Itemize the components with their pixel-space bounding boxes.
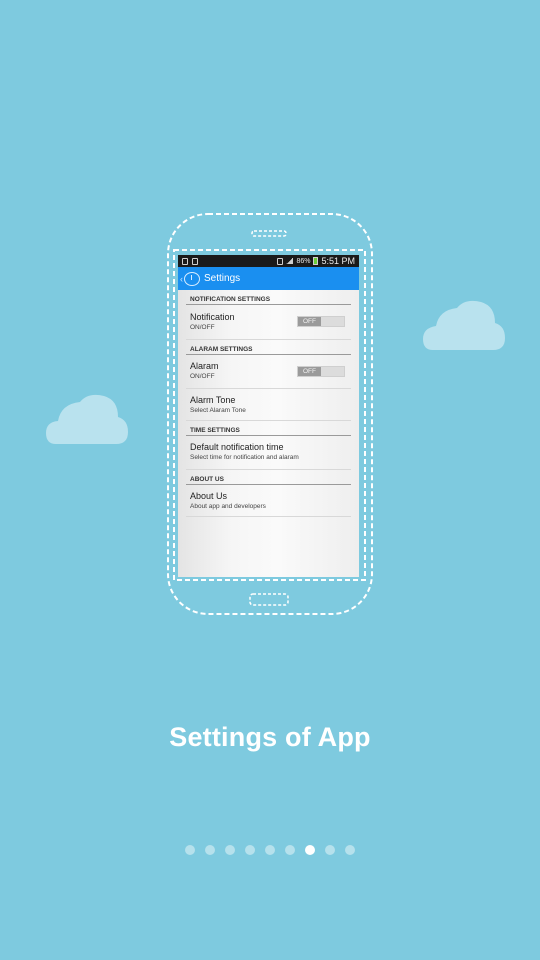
setting-notification[interactable]: Notification ON/OFF OFF (186, 305, 351, 340)
setting-alarm[interactable]: Alaram ON/OFF OFF (186, 355, 351, 389)
setting-title: About Us (190, 491, 228, 501)
toggle-knob: OFF (298, 367, 321, 376)
settings-list: NOTIFICATION SETTINGS Notification ON/OF… (178, 291, 359, 517)
sd-card-icon (192, 257, 198, 265)
signal-icon (286, 258, 294, 264)
page-dot[interactable] (185, 845, 195, 855)
page-dot[interactable] (325, 845, 335, 855)
page-dot[interactable] (245, 845, 255, 855)
setting-subtitle: About app and developers (190, 503, 266, 510)
page-dot[interactable] (225, 845, 235, 855)
setting-subtitle: Select time for notification and alaram (190, 454, 299, 461)
section-header-about: ABOUT US (186, 471, 351, 485)
notification-toggle[interactable]: OFF (297, 316, 345, 327)
mute-icon (277, 257, 284, 265)
page-dot[interactable] (345, 845, 355, 855)
page-dot[interactable] (285, 845, 295, 855)
onboarding-caption: Settings of App (169, 722, 371, 752)
page-dot[interactable] (205, 845, 215, 855)
page-dot-active[interactable] (305, 845, 315, 855)
page-dot[interactable] (265, 845, 275, 855)
usb-icon (182, 257, 188, 265)
action-bar: ‹ Settings (178, 267, 359, 290)
setting-subtitle: Select Alaram Tone (190, 407, 246, 414)
section-header-notification: NOTIFICATION SETTINGS (186, 291, 351, 305)
setting-about-us[interactable]: About Us About app and developers (186, 485, 351, 517)
section-header-time: TIME SETTINGS (186, 422, 351, 436)
toggle-knob: OFF (298, 317, 321, 326)
section-header-alarm: ALARAM SETTINGS (186, 341, 351, 355)
battery-icon (313, 257, 319, 265)
alarm-clock-icon[interactable] (184, 271, 200, 286)
setting-title: Alarm Tone (190, 395, 236, 405)
status-bar: 86% 5:51 PM (178, 255, 359, 267)
status-time: 5:51 PM (321, 256, 355, 266)
battery-percent: 86% (296, 257, 311, 265)
phone-screen: 86% 5:51 PM ‹ Settings NOTIFICATION SETT… (178, 255, 359, 577)
setting-alarm-tone[interactable]: Alarm Tone Select Alaram Tone (186, 389, 351, 421)
back-chevron-icon[interactable]: ‹ (180, 274, 183, 284)
setting-title: Default notification time (190, 442, 284, 452)
page-indicator (0, 845, 540, 855)
alarm-toggle[interactable]: OFF (297, 366, 345, 377)
setting-default-notification-time[interactable]: Default notification time Select time fo… (186, 436, 351, 470)
page-title: Settings (204, 273, 241, 284)
